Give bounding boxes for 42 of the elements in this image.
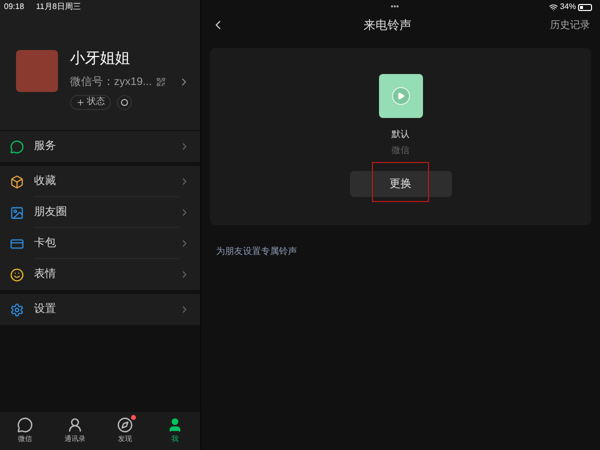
page-title: 来电铃声: [364, 17, 412, 34]
battery-percent: 34%: [560, 1, 576, 13]
music-cover-icon: [378, 74, 422, 118]
menu-item[interactable]: 卡包: [0, 228, 200, 259]
menu-item[interactable]: 收藏: [0, 166, 200, 197]
gear-icon: [10, 302, 24, 316]
avatar-placeholder: [16, 50, 58, 92]
ring-icon: [121, 98, 128, 106]
menu-label: 设置: [34, 302, 56, 318]
menu-label: 卡包: [34, 236, 56, 251]
status-time: 09:18: [4, 1, 24, 13]
change-button[interactable]: 更换: [350, 171, 452, 198]
history-link[interactable]: 历史记录: [550, 18, 590, 32]
compass-icon: [117, 416, 133, 433]
status-button[interactable]: 状态: [70, 94, 111, 110]
cube-icon: [10, 174, 24, 188]
status-date: 11月8日周三: [36, 1, 81, 13]
wifi-icon: [548, 2, 558, 12]
ringtone-name: 默认: [392, 128, 410, 141]
battery-icon: [578, 4, 592, 10]
menu-item[interactable]: 朋友圈: [0, 197, 200, 228]
circle-status-button[interactable]: [117, 94, 132, 110]
contacts-icon: [67, 416, 83, 433]
menu-label: 收藏: [34, 174, 56, 189]
chat-bubble-icon: [17, 416, 33, 433]
menu-item[interactable]: 服务: [0, 131, 200, 162]
smiley-icon: [10, 268, 24, 282]
friend-ringtone-link[interactable]: 为朋友设置专属铃声: [216, 245, 585, 258]
qr-code-icon[interactable]: [156, 77, 166, 88]
picture-icon: [10, 206, 24, 220]
menu-item[interactable]: 设置: [0, 294, 200, 325]
menu-label: 朋友圈: [34, 204, 67, 220]
person-icon: [167, 416, 183, 433]
card-icon: [10, 236, 24, 250]
profile-name: 小牙姐姐: [70, 50, 131, 68]
menu-item[interactable]: 表情: [0, 259, 200, 290]
multitask-dots[interactable]: •••: [390, 1, 399, 13]
ringtone-source: 微信: [392, 144, 410, 156]
menu-label: 表情: [34, 267, 56, 282]
menu-label: 服务: [34, 139, 56, 154]
wechat-id: 微信号：zyx19...: [70, 75, 153, 90]
plus-icon: [76, 98, 85, 106]
